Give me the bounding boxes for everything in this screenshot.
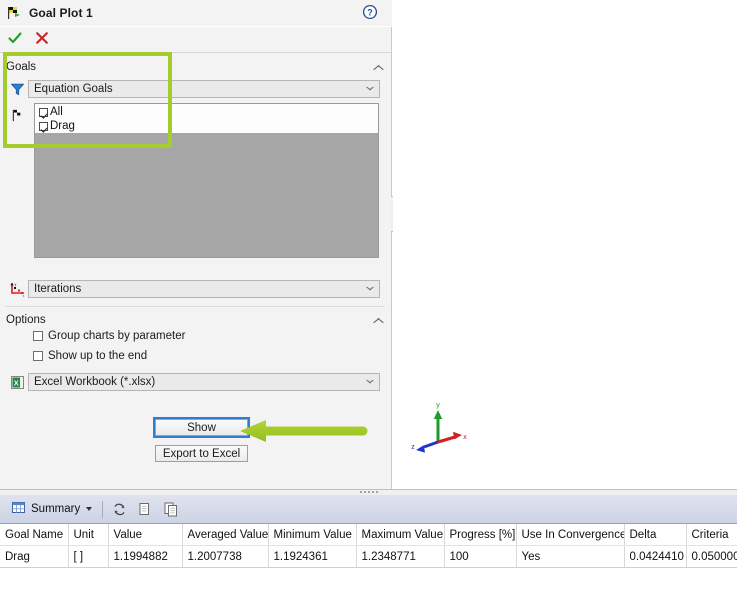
summary-label: Summary [31, 503, 81, 515]
green-check-icon[interactable] [7, 30, 23, 46]
grid-table-icon [11, 500, 26, 518]
property-manager-actions [0, 27, 392, 49]
option-label-group-charts: Group charts by parameter [48, 330, 186, 342]
col-delta: Delta [624, 524, 687, 546]
refresh-icon[interactable] [110, 500, 129, 519]
goal-label-all: All [50, 106, 63, 118]
svg-text:?: ? [367, 7, 373, 17]
option-label-show-up-to-end: Show up to the end [48, 350, 148, 362]
goals-filter-combo[interactable]: Equation Goals [28, 80, 380, 98]
abscissa-value: Iterations [34, 283, 82, 295]
checkered-flag-icon [7, 5, 23, 21]
chevron-down-icon-abscissa[interactable] [363, 281, 379, 297]
goals-checkbox-list[interactable]: All Drag [34, 103, 379, 133]
cell-progress: 100 [444, 545, 517, 567]
3d-viewport[interactable]: y x z [393, 0, 737, 489]
summary-dropdown-button[interactable]: Summary [7, 499, 96, 519]
goals-results-table: Goal Name Unit Value Averaged Value Mini… [0, 524, 737, 567]
goal-checkbox-all[interactable] [39, 108, 48, 117]
cell-delta: 0.0424410 [624, 545, 687, 567]
export-to-excel-button[interactable]: Export to Excel [155, 445, 248, 462]
col-minimum-value: Minimum Value [268, 524, 357, 546]
cell-goal-name: Drag [0, 545, 69, 567]
section-header-goals[interactable]: Goals [6, 58, 386, 75]
section-title-goals: Goals [6, 60, 37, 73]
table-header-row: Goal Name Unit Value Averaged Value Mini… [0, 524, 737, 546]
col-unit: Unit [68, 524, 109, 546]
svg-text:x: x [463, 434, 467, 441]
goals-filter-row: Equation Goals [6, 79, 384, 99]
option-group-charts[interactable]: Group charts by parameter [33, 330, 185, 342]
checkered-flag-icon-list [6, 108, 28, 123]
list-item[interactable]: Drag [39, 120, 378, 133]
property-manager-panel: Goal Plot 1 ? Goals Equation Goals All D… [0, 0, 392, 489]
coordinate-triad-icon: y x z [408, 398, 468, 456]
copy-all-icon[interactable] [162, 500, 181, 519]
col-goal-name: Goal Name [0, 524, 69, 546]
chevron-up-icon-options[interactable] [373, 316, 384, 324]
cell-value: 1.1994882 [108, 545, 183, 567]
cell-unit: [ ] [68, 545, 109, 567]
filter-funnel-icon [6, 82, 28, 97]
goals-list-icon-wrap [6, 105, 30, 125]
abscissa-combo[interactable]: Iterations [28, 280, 380, 298]
actions-divider [0, 52, 392, 53]
option-show-up-to-end[interactable]: Show up to the end [33, 350, 147, 362]
chevron-down-icon-export[interactable] [363, 374, 379, 390]
checkbox-show-up-to-end[interactable] [33, 351, 43, 361]
svg-text:y: y [436, 402, 440, 409]
col-averaged-value: Averaged Value [182, 524, 269, 546]
chevron-down-icon-summary[interactable] [86, 507, 93, 511]
col-use-in-convergence: Use In Convergence [516, 524, 625, 546]
col-criteria: Criteria [686, 524, 737, 546]
toolbar-divider [102, 500, 104, 518]
col-progress: Progress [%] [444, 524, 517, 546]
help-icon[interactable]: ? [362, 4, 378, 20]
copy-icon[interactable] [136, 500, 155, 519]
section-divider [5, 306, 385, 307]
cell-criteria: 0.0500000 [686, 545, 737, 567]
svg-text:x: x [22, 294, 24, 298]
show-button-label: Show [187, 421, 216, 434]
results-pane: Summary Goal Name Unit Value Averaged Va… [0, 495, 737, 589]
red-x-icon[interactable] [34, 30, 50, 46]
results-footer [0, 568, 737, 589]
export-button-label: Export to Excel [162, 447, 241, 460]
svg-text:X: X [13, 378, 18, 387]
goals-list-empty-area [34, 133, 379, 258]
splitter-grip-icon [359, 491, 378, 494]
table-row[interactable]: Drag [ ] 1.1994882 1.2007738 1.1924361 1… [0, 545, 737, 567]
property-manager-header: Goal Plot 1 ? [0, 0, 392, 26]
col-value: Value [108, 524, 183, 546]
axis-chart-icon: y x [6, 281, 28, 298]
goal-label-drag: Drag [50, 120, 75, 132]
export-format-combo[interactable]: Excel Workbook (*.xlsx) [28, 373, 380, 391]
cell-minimum-value: 1.1924361 [268, 545, 357, 567]
cell-use-in-convergence: Yes [516, 545, 625, 567]
excel-icon: X [6, 375, 28, 390]
list-item[interactable]: All [39, 106, 378, 119]
checkbox-group-charts[interactable] [33, 331, 43, 341]
export-format-value: Excel Workbook (*.xlsx) [34, 376, 156, 388]
export-format-row: X Excel Workbook (*.xlsx) [6, 372, 384, 392]
col-maximum-value: Maximum Value [356, 524, 445, 546]
cell-maximum-value: 1.2348771 [356, 545, 445, 567]
page-title: Goal Plot 1 [29, 6, 93, 20]
show-button[interactable]: Show [153, 417, 250, 438]
goal-checkbox-drag[interactable] [39, 122, 48, 131]
svg-text:z: z [411, 444, 415, 451]
svg-text:y: y [14, 282, 16, 286]
goals-filter-value: Equation Goals [34, 83, 113, 95]
section-header-options[interactable]: Options [6, 311, 386, 328]
chevron-up-icon-goals[interactable] [373, 63, 384, 71]
chevron-down-icon-filter[interactable] [363, 81, 379, 97]
cell-averaged-value: 1.2007738 [182, 545, 269, 567]
results-toolbar: Summary [0, 495, 737, 524]
section-title-options: Options [6, 313, 46, 326]
abscissa-row: y x Iterations [6, 279, 384, 299]
